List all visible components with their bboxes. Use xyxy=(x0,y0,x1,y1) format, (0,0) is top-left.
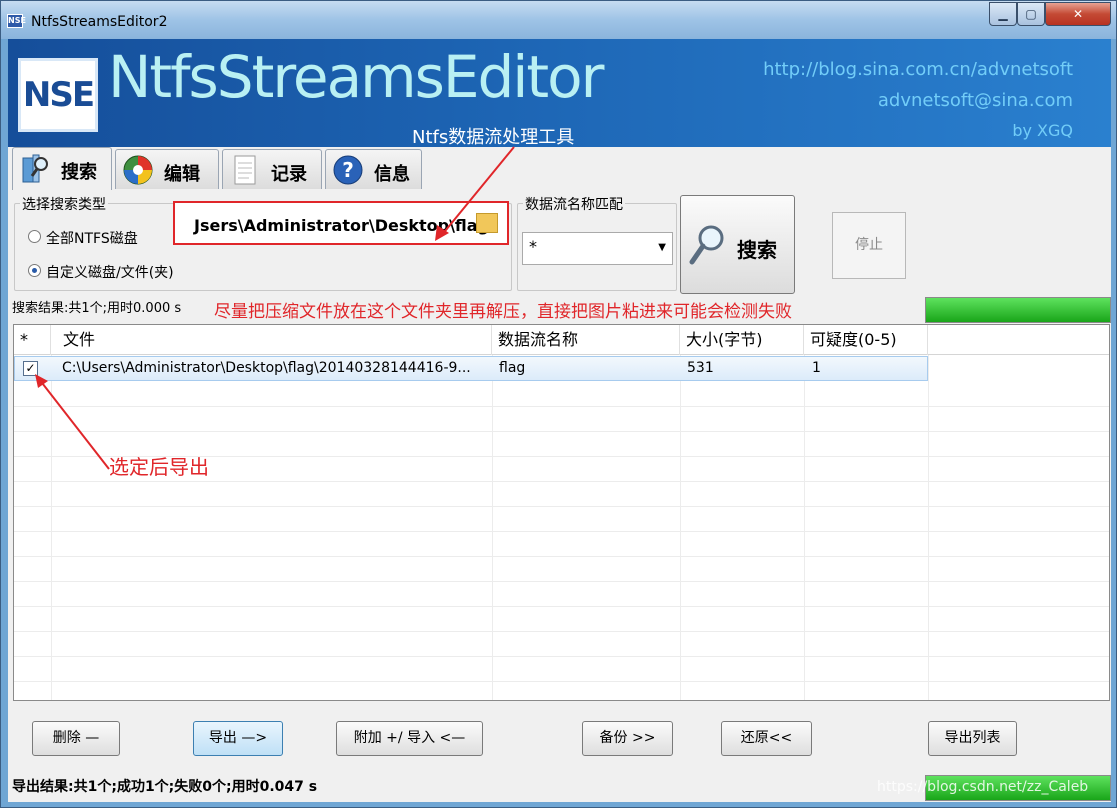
close-button[interactable]: ✕ xyxy=(1045,2,1111,26)
magnifier-icon xyxy=(689,225,724,265)
chevron-down-icon[interactable]: ▼ xyxy=(658,242,666,253)
banner-subtitle: Ntfs数据流处理工具 xyxy=(412,127,575,148)
grid-line xyxy=(14,581,1109,582)
grid-line xyxy=(14,681,1109,682)
col-stream[interactable]: 数据流名称 xyxy=(492,325,680,355)
col-size[interactable]: 大小(字节) xyxy=(680,325,804,355)
restore-button[interactable]: 还原<< xyxy=(721,721,812,756)
export-list-button[interactable]: 导出列表 xyxy=(928,721,1017,756)
nse-logo: NSE xyxy=(18,58,98,132)
maximize-button[interactable]: ▢ xyxy=(1017,2,1045,26)
export-result-text: 导出结果:共1个;成功1个;失败0个;用时0.047 s xyxy=(12,779,318,795)
banner-email[interactable]: advnetsoft@sina.com xyxy=(878,90,1073,111)
tab-strip: 搜索 编辑 记录 ? 信息 xyxy=(8,147,1111,190)
restore-button-label: 还原<< xyxy=(740,730,793,746)
search-result-text: 搜索结果:共1个;用时0.000 s xyxy=(12,301,182,316)
cell-size: 531 xyxy=(687,360,714,376)
tab-edit[interactable]: 编辑 xyxy=(115,149,219,189)
grid-line xyxy=(14,481,1109,482)
delete-button[interactable]: 删除 — xyxy=(32,721,120,756)
radio-all-disks[interactable] xyxy=(28,230,41,243)
export-button-label: 导出 —> xyxy=(208,730,268,746)
tab-edit-label: 编辑 xyxy=(164,164,200,185)
banner-author: by XGQ xyxy=(1012,121,1073,140)
backup-button-label: 备份 >> xyxy=(599,730,656,746)
tab-info[interactable]: ? 信息 xyxy=(325,149,422,189)
col-suspicion[interactable]: 可疑度(0-5) xyxy=(804,325,928,355)
cell-stream: flag xyxy=(499,360,526,376)
results-table[interactable]: * 文件 数据流名称 大小(字节) 可疑度(0-5) ✓ C:\Users\Ad… xyxy=(13,324,1110,701)
grid-line xyxy=(14,656,1109,657)
search-button-label: 搜索 xyxy=(737,238,777,262)
table-header: * 文件 数据流名称 大小(字节) 可疑度(0-5) xyxy=(14,325,1109,355)
folder-browse-icon[interactable] xyxy=(476,213,498,233)
stream-match-value: * xyxy=(529,237,537,256)
path-input[interactable]: Jsers\Administrator\Desktop\flag xyxy=(173,201,509,245)
append-import-label: 附加 +/ 导入 <— xyxy=(353,730,466,746)
backup-button[interactable]: 备份 >> xyxy=(582,721,673,756)
banner-url[interactable]: http://blog.sina.com.cn/advnetsoft xyxy=(763,59,1073,80)
path-value: Jsers\Administrator\Desktop\flag xyxy=(194,216,490,235)
help-icon: ? xyxy=(333,155,363,185)
delete-button-label: 删除 — xyxy=(52,730,100,746)
banner-title: NtfsStreamsEditor xyxy=(108,43,604,111)
stream-match-combo[interactable]: * ▼ xyxy=(522,232,673,265)
row-checkbox[interactable]: ✓ xyxy=(23,361,38,376)
annotation-hint: 尽量把压缩文件放在这个文件夹里再解压，直接把图片粘进来可能会检测失败 xyxy=(214,302,792,322)
tab-search-label: 搜索 xyxy=(61,162,97,183)
tab-records-label: 记录 xyxy=(271,164,307,185)
cell-suspicion: 1 xyxy=(812,360,821,376)
svg-text:?: ? xyxy=(342,158,354,182)
col-check[interactable]: * xyxy=(14,325,51,355)
grid-line xyxy=(14,631,1109,632)
stop-button[interactable]: 停止 xyxy=(832,212,906,279)
export-list-label: 导出列表 xyxy=(944,730,1001,746)
radio-all-disks-label[interactable]: 全部NTFS磁盘 xyxy=(46,228,138,248)
grid-line xyxy=(14,556,1109,557)
title-bar[interactable]: NSE NtfsStreamsEditor2 ▁ ▢ ✕ xyxy=(1,1,1116,39)
col-file[interactable]: 文件 xyxy=(51,325,492,355)
document-icon xyxy=(234,155,256,185)
export-button[interactable]: 导出 —> xyxy=(193,721,283,756)
search-type-label: 选择搜索类型 xyxy=(20,194,108,214)
search-folder-icon xyxy=(22,154,48,183)
tab-info-label: 信息 xyxy=(374,164,410,185)
app-icon: NSE xyxy=(7,14,26,28)
radio-custom[interactable] xyxy=(28,264,41,277)
tab-records[interactable]: 记录 xyxy=(222,149,322,189)
search-progress-bar xyxy=(925,297,1111,323)
grid-line xyxy=(14,606,1109,607)
edit-icon xyxy=(123,155,153,185)
append-import-button[interactable]: 附加 +/ 导入 <— xyxy=(336,721,483,756)
grid-line xyxy=(14,506,1109,507)
tab-search[interactable]: 搜索 xyxy=(12,147,112,190)
grid-line xyxy=(14,431,1109,432)
grid-line xyxy=(14,531,1109,532)
search-button[interactable]: 搜索 xyxy=(680,195,795,294)
cell-file: C:\Users\Administrator\Desktop\flag\2014… xyxy=(62,360,471,376)
minimize-button[interactable]: ▁ xyxy=(989,2,1017,26)
main-window: NSE NtfsStreamsEditor2 ▁ ▢ ✕ NSE NtfsStr… xyxy=(0,0,1117,808)
annotation-select-export: 选定后导出 xyxy=(109,455,209,479)
radio-custom-label[interactable]: 自定义磁盘/文件(夹) xyxy=(46,262,174,282)
window-title: NtfsStreamsEditor2 xyxy=(31,14,168,30)
table-row[interactable]: ✓ C:\Users\Administrator\Desktop\flag\20… xyxy=(14,356,928,381)
banner: NSE NtfsStreamsEditor Ntfs数据流处理工具 http:/… xyxy=(8,39,1111,148)
grid-line xyxy=(14,406,1109,407)
stream-match-label: 数据流名称匹配 xyxy=(523,194,625,214)
watermark: https://blog.csdn.net/zz_Caleb xyxy=(877,779,1089,795)
